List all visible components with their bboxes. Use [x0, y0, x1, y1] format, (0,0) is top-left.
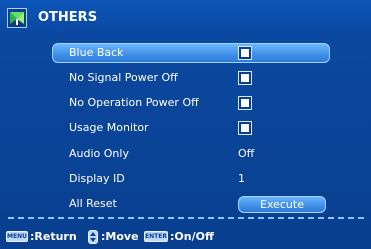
setting-label: Blue Back	[69, 46, 124, 59]
no-signal-power-off-checkbox[interactable]	[238, 71, 252, 85]
page-title: OTHERS	[38, 10, 98, 25]
setting-row-audio-only[interactable]: Audio Only Off	[0, 143, 371, 165]
display-id-value[interactable]: 1	[238, 168, 245, 190]
footer-divider	[8, 217, 364, 219]
menu-key-icon: MENU	[6, 231, 28, 242]
audio-only-value[interactable]: Off	[238, 143, 254, 165]
usage-monitor-checkbox[interactable]	[238, 121, 252, 135]
setting-label: All Reset	[69, 197, 117, 210]
key-guide: MENU :Return :Move ENTER :On/Off	[0, 225, 371, 249]
return-hint: :Return	[30, 230, 77, 243]
no-operation-power-off-checkbox[interactable]	[238, 96, 252, 110]
setting-row-no-signal-power-off[interactable]: No Signal Power Off	[0, 67, 371, 89]
onoff-hint: :On/Off	[170, 230, 214, 243]
setting-label: Usage Monitor	[69, 121, 149, 134]
setting-row-usage-monitor[interactable]: Usage Monitor	[0, 117, 371, 139]
execute-button[interactable]: Execute	[238, 196, 326, 213]
enter-key-icon: ENTER	[144, 231, 168, 242]
move-hint: :Move	[101, 230, 139, 243]
setting-row-all-reset[interactable]: All Reset Execute	[0, 193, 371, 215]
setting-label: No Signal Power Off	[69, 71, 178, 84]
setting-label: No Operation Power Off	[69, 96, 199, 109]
blue-back-checkbox[interactable]	[238, 46, 252, 60]
setting-row-display-id[interactable]: Display ID 1	[0, 168, 371, 190]
osd-menu: OTHERS Blue Back No Signal Power Off No …	[0, 0, 371, 249]
up-down-arrows-icon	[88, 230, 98, 244]
setting-row-no-operation-power-off[interactable]: No Operation Power Off	[0, 92, 371, 114]
setting-row-blue-back[interactable]: Blue Back	[0, 42, 371, 64]
others-menu-icon	[7, 8, 27, 28]
menu-header: OTHERS	[0, 0, 371, 36]
setting-label: Display ID	[69, 172, 125, 185]
setting-label: Audio Only	[69, 147, 129, 160]
